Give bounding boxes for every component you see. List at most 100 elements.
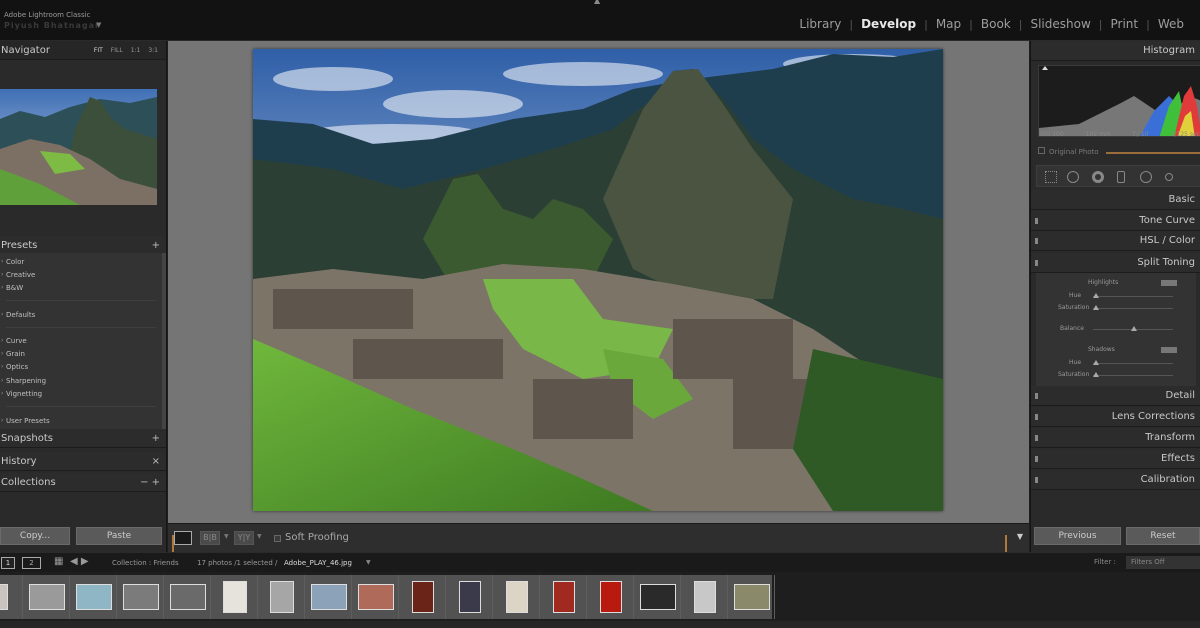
add-snapshot-button[interactable]: + [152, 429, 160, 448]
slider-handle[interactable] [1093, 305, 1099, 310]
zoom-fit[interactable]: FIT [94, 41, 103, 60]
filmstrip-thumbnail[interactable] [447, 575, 493, 619]
module-book[interactable]: Book [973, 17, 1019, 31]
highlights-hue-slider[interactable] [1093, 296, 1173, 297]
panel-switch-icon[interactable] [1035, 477, 1038, 483]
navigator-header[interactable]: Navigator FIT FILL 1:1 3:1 [0, 41, 166, 60]
preset-folder-vignetting[interactable]: Vignetting [6, 390, 42, 398]
disclosure-icon[interactable]: › [1, 337, 3, 344]
graduated-filter-icon[interactable] [1117, 171, 1125, 183]
collections-actions[interactable]: − + [140, 473, 160, 492]
nav-arrows-icon[interactable]: ◀ ▶ [70, 556, 89, 567]
user-name[interactable]: Piyush Bhatnagar [4, 21, 100, 30]
primary-window-button[interactable]: 1 [1, 557, 15, 569]
preset-folder-curve[interactable]: Curve [6, 337, 27, 345]
disclosure-icon[interactable]: › [1, 390, 3, 397]
panel-switch-icon[interactable] [1035, 414, 1038, 420]
filmstrip-thumbnail[interactable] [494, 575, 540, 619]
panel-switch-icon[interactable] [1035, 393, 1038, 399]
filmstrip-thumbnail[interactable] [729, 575, 775, 619]
histogram-graph[interactable] [1038, 65, 1200, 137]
original-photo-checkbox[interactable] [1038, 147, 1045, 154]
disclosure-icon[interactable]: › [1, 271, 3, 278]
histogram-header[interactable]: Histogram [1031, 41, 1200, 61]
filmstrip-thumbnail[interactable] [71, 575, 117, 619]
secondary-window-button[interactable]: 2 [22, 557, 41, 569]
filmstrip-thumbnail[interactable] [400, 575, 446, 619]
zoom-1-1[interactable]: 1:1 [131, 41, 141, 60]
preset-folder-optics[interactable]: Optics [6, 363, 28, 371]
preset-folder-color[interactable]: Color [6, 258, 24, 266]
toolbar-menu-icon[interactable]: ▼ [1017, 532, 1023, 541]
snapshots-header[interactable]: Snapshots + [0, 429, 166, 448]
filmstrip-thumbnail[interactable] [306, 575, 352, 619]
disclosure-icon[interactable]: › [1, 311, 3, 318]
copy-button[interactable]: Copy... [0, 527, 70, 545]
radial-filter-icon[interactable] [1140, 171, 1152, 183]
filmstrip-thumbnail[interactable] [118, 575, 164, 619]
grid-view-icon[interactable]: ▦ [54, 556, 63, 567]
filmstrip-scrollbar[interactable] [0, 621, 1200, 628]
paste-button[interactable]: Paste [76, 527, 162, 545]
panel-switch-icon[interactable] [1035, 260, 1038, 266]
panel-switch-icon[interactable] [1035, 238, 1038, 244]
filmstrip-thumbnail[interactable] [212, 575, 258, 619]
red-eye-icon[interactable] [1092, 171, 1104, 183]
filmstrip-thumbnail[interactable] [682, 575, 728, 619]
preset-folder-grain[interactable]: Grain [6, 350, 25, 358]
section-calibration[interactable]: Calibration [1031, 470, 1200, 490]
panel-switch-icon[interactable] [1035, 456, 1038, 462]
module-web[interactable]: Web [1150, 17, 1192, 31]
panel-switch-icon[interactable] [1035, 218, 1038, 224]
collection-source[interactable]: Collection : Friends [112, 559, 179, 567]
shadows-hue-slider[interactable] [1093, 363, 1173, 364]
filmstrip-thumbnail[interactable] [259, 575, 305, 619]
filmstrip-thumbnail[interactable] [0, 575, 23, 619]
preset-folder-sharpening[interactable]: Sharpening [6, 377, 46, 385]
section-split-toning[interactable]: Split Toning [1031, 253, 1200, 273]
clear-history-button[interactable]: × [152, 452, 160, 471]
preset-folder-defaults[interactable]: Defaults [6, 311, 35, 319]
slider-handle[interactable] [1131, 326, 1137, 331]
module-print[interactable]: Print [1103, 17, 1147, 31]
disclosure-icon[interactable]: › [1, 284, 3, 291]
shadows-color-swatch[interactable] [1161, 347, 1177, 353]
crop-tool-icon[interactable] [1045, 171, 1057, 183]
reset-button[interactable]: Reset [1126, 527, 1200, 545]
module-map[interactable]: Map [928, 17, 969, 31]
preset-folder-creative[interactable]: Creative [6, 271, 35, 279]
preset-folder-bw[interactable]: B&W [6, 284, 23, 292]
section-effects[interactable]: Effects [1031, 449, 1200, 469]
disclosure-icon[interactable]: › [1, 350, 3, 357]
section-lens-corrections[interactable]: Lens Corrections [1031, 407, 1200, 427]
module-develop[interactable]: Develop [853, 17, 924, 31]
preset-folder-user-presets[interactable]: User Presets [6, 417, 50, 425]
module-library[interactable]: Library [791, 17, 849, 31]
filmstrip-thumbnail[interactable] [588, 575, 634, 619]
zoom-3-1[interactable]: 3:1 [148, 41, 158, 60]
disclosure-icon[interactable]: › [1, 377, 3, 384]
filter-select[interactable]: Filters Off [1126, 556, 1200, 569]
main-photo[interactable] [253, 49, 943, 511]
slider-handle[interactable] [1093, 372, 1099, 377]
collections-header[interactable]: Collections − + [0, 473, 166, 492]
previous-button[interactable]: Previous [1034, 527, 1121, 545]
disclosure-icon[interactable]: › [1, 417, 3, 424]
section-hsl-color[interactable]: HSL / Color [1031, 231, 1200, 251]
zoom-fill[interactable]: FILL [111, 41, 123, 60]
spot-removal-icon[interactable] [1067, 171, 1079, 183]
navigator-preview[interactable] [0, 89, 157, 205]
slider-handle[interactable] [1093, 360, 1099, 365]
panel-switch-icon[interactable] [1035, 435, 1038, 441]
chevron-down-icon[interactable]: ▼ [96, 21, 101, 29]
filmstrip-thumbnail[interactable] [165, 575, 211, 619]
module-slideshow[interactable]: Slideshow [1022, 17, 1098, 31]
section-detail[interactable]: Detail [1031, 386, 1200, 406]
highlights-saturation-slider[interactable] [1093, 308, 1173, 309]
filmstrip-thumbnail[interactable] [24, 575, 70, 619]
filmstrip-thumbnail[interactable] [353, 575, 399, 619]
disclosure-icon[interactable]: › [1, 258, 3, 265]
filmstrip-thumbnail[interactable] [635, 575, 681, 619]
section-basic[interactable]: Basic [1031, 190, 1200, 210]
history-header[interactable]: History × [0, 452, 166, 471]
